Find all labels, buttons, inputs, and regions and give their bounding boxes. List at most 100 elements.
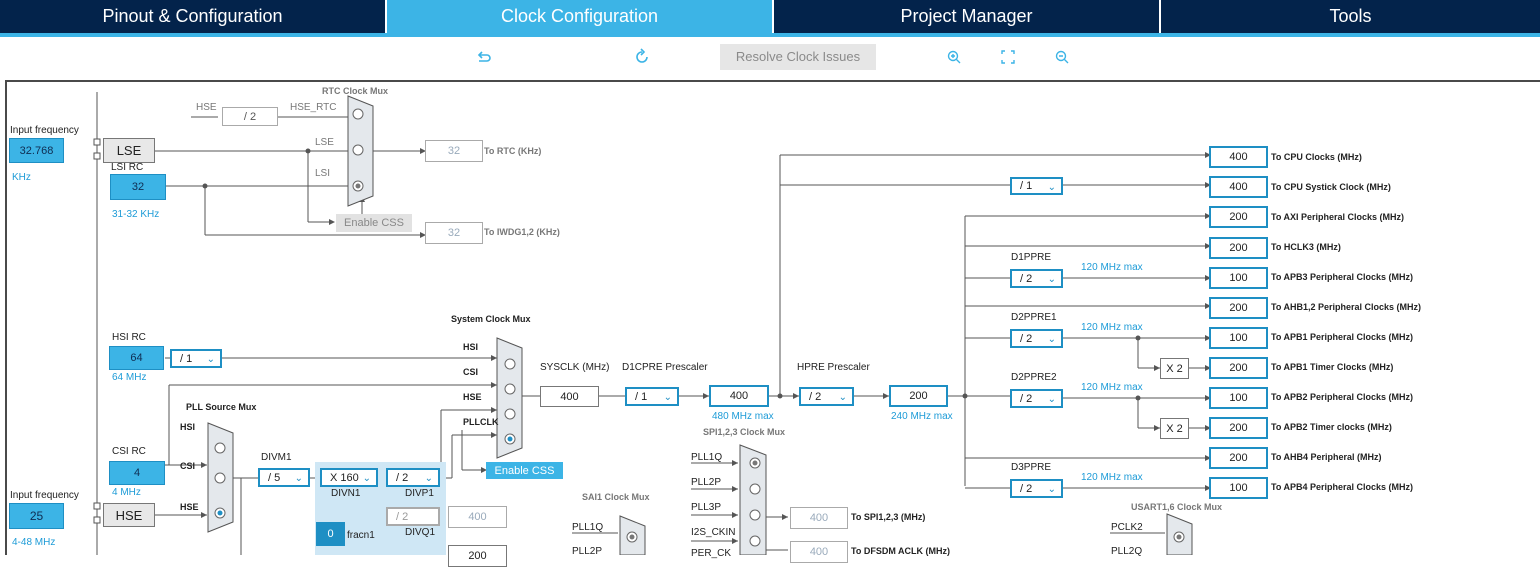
apb2-label: To APB2 Peripheral Clocks (MHz) [1271, 392, 1414, 402]
chevron-down-icon: ⌄ [663, 392, 672, 403]
to-iwdg-label: To IWDG1,2 (KHz) [484, 227, 560, 237]
chevron-down-icon: ⌄ [1047, 274, 1056, 285]
d3ppre-select[interactable]: / 2 ⌄ [1010, 479, 1063, 498]
axi-clock-label: To AXI Peripheral Clocks (MHz) [1271, 212, 1405, 222]
d3ppre-max-label: 120 MHz max [1081, 472, 1143, 483]
hse-rtc-divider[interactable]: / 2 [222, 107, 278, 126]
apb4-output[interactable]: 100 [1209, 477, 1268, 499]
hpre-output-value[interactable]: 200 [889, 385, 948, 407]
hsi-rc-label: HSI RC [112, 332, 146, 343]
hse-oscillator[interactable]: HSE [103, 503, 155, 527]
ahb4-output[interactable]: 200 [1209, 447, 1268, 469]
divq1-output-value: 400 [448, 506, 507, 528]
divp1-select[interactable]: / 2 ⌄ [386, 468, 440, 487]
d1cpre-prescaler-select[interactable]: / 1 ⌄ [625, 387, 679, 406]
usart-mux-title: USART1,6 Clock Mux [1131, 502, 1223, 512]
apb2-timer-label: To APB2 Timer clocks (MHz) [1271, 422, 1392, 432]
pllmux-csi-label: CSI [180, 461, 196, 471]
hpre-prescaler-select[interactable]: / 2 ⌄ [799, 387, 854, 406]
chevron-down-icon: ⌄ [1047, 484, 1056, 495]
hsi-mhz-label: 64 MHz [112, 372, 147, 383]
apb2-timer-multiplier: X 2 [1160, 418, 1189, 439]
ahb4-label: To AHB4 Peripheral (MHz) [1271, 452, 1382, 462]
divq1-select[interactable]: / 2 [386, 507, 440, 526]
to-rtc-label: To RTC (KHz) [484, 146, 542, 156]
pll-source-mux-title: PLL Source Mux [186, 402, 257, 412]
ahb12-output[interactable]: 200 [1209, 297, 1268, 319]
hsi-rc-value: 64 [109, 346, 164, 370]
spi-output-value: 400 [790, 507, 848, 529]
hclk3-output[interactable]: 200 [1209, 237, 1268, 259]
rtc-mux-lsi-label: LSI [315, 168, 331, 179]
d2ppre1-select[interactable]: / 2 ⌄ [1010, 329, 1063, 348]
chevron-down-icon: ⌄ [1047, 394, 1056, 405]
fracn1-value[interactable]: 0 [316, 522, 345, 546]
cpu-clock-output[interactable]: 400 [1209, 146, 1268, 168]
d1-output-value[interactable]: 400 [709, 385, 769, 407]
divr1-output-value: 200 [448, 545, 507, 567]
chevron-down-icon: ⌄ [424, 473, 433, 484]
lsi-range-label: 31-32 KHz [112, 209, 160, 220]
apb1-timer-output[interactable]: 200 [1209, 357, 1268, 379]
hse-frequency-input[interactable]: 25 [9, 503, 64, 529]
lse-frequency-input[interactable]: 32.768 [9, 138, 64, 163]
lse-input-frequency-label: Input frequency [10, 125, 79, 136]
apb2-output[interactable]: 100 [1209, 387, 1268, 409]
hse-rtc-label: HSE_RTC [290, 102, 337, 113]
spi-i2s-label: I2S_CKIN [691, 527, 736, 538]
iwdg-output-value: 32 [425, 222, 483, 244]
systick-divider-select[interactable]: / 1 ⌄ [1010, 177, 1063, 195]
sysclk-value: 400 [540, 386, 599, 407]
apb3-output[interactable]: 100 [1209, 267, 1268, 289]
sysmux-hse-label: HSE [463, 392, 482, 402]
spi-pll2p-label: PLL2P [691, 477, 722, 488]
chevron-down-icon: ⌄ [1047, 182, 1056, 193]
sysmux-hsi-label: HSI [463, 342, 479, 352]
spi-per-label: PER_CK [691, 548, 732, 559]
sai-pll2p-label: PLL2P [572, 546, 603, 557]
dfsdm-output-value: 400 [790, 541, 848, 563]
cpu-systick-output[interactable]: 400 [1209, 176, 1268, 198]
hse-range-label: 4-48 MHz [12, 537, 56, 548]
d3ppre-label: D3PPRE [1011, 462, 1052, 473]
sysmux-pllclk-label: PLLCLK [463, 417, 499, 427]
apb1-label: To APB1 Peripheral Clocks (MHz) [1271, 332, 1414, 342]
pllmux-hse-label: HSE [180, 502, 199, 512]
divn1-select[interactable]: X 160 ⌄ [320, 468, 378, 487]
enable-css-button[interactable]: Enable CSS [486, 462, 563, 479]
system-clock-mux-title: System Clock Mux [451, 314, 531, 324]
chevron-down-icon: ⌄ [206, 354, 215, 365]
hse-rtc-source-label: HSE [196, 102, 217, 113]
apb2-timer-output[interactable]: 200 [1209, 417, 1268, 439]
usart-pll2q-label: PLL2Q [1111, 546, 1143, 557]
hse-input-frequency-label: Input frequency [10, 490, 79, 501]
sai1-mux-title: SAI1 Clock Mux [582, 492, 650, 502]
csi-mhz-label: 4 MHz [112, 487, 141, 498]
axi-clock-output[interactable]: 200 [1209, 206, 1268, 228]
rtc-output-value: 32 [425, 140, 483, 162]
hpre-label: HPRE Prescaler [797, 362, 870, 373]
divp1-label: DIVP1 [405, 488, 434, 499]
d1-max-label: 480 MHz max [712, 411, 774, 422]
lse-oscillator[interactable]: LSE [103, 138, 155, 163]
spi-pll1q-label: PLL1Q [691, 452, 723, 463]
divq1-label: DIVQ1 [405, 527, 436, 538]
rtc-mux-title: RTC Clock Mux [322, 86, 389, 96]
divm1-select[interactable]: / 5 ⌄ [258, 468, 310, 487]
chevron-down-icon: ⌄ [1047, 334, 1056, 345]
hclk3-label: To HCLK3 (MHz) [1271, 242, 1341, 252]
d2ppre2-select[interactable]: / 2 ⌄ [1010, 389, 1063, 408]
spi-pll3p-label: PLL3P [691, 502, 722, 513]
d1ppre-label: D1PPRE [1011, 252, 1052, 263]
divm1-label: DIVM1 [261, 452, 292, 463]
d1ppre-select[interactable]: / 2 ⌄ [1010, 269, 1063, 288]
apb4-label: To APB4 Peripheral Clocks (MHz) [1271, 482, 1414, 492]
sai-pll1q-label: PLL1Q [572, 522, 604, 533]
apb1-output[interactable]: 100 [1209, 327, 1268, 349]
csi-rc-label: CSI RC [112, 446, 146, 457]
hsi-divider-select[interactable]: / 1 ⌄ [170, 349, 222, 368]
apb3-label: To APB3 Peripheral Clocks (MHz) [1271, 272, 1414, 282]
spi-mux-title: SPI1,2,3 Clock Mux [703, 427, 786, 437]
enable-css-lse-button[interactable]: Enable CSS [336, 214, 412, 232]
cpu-clock-label: To CPU Clocks (MHz) [1271, 152, 1362, 162]
